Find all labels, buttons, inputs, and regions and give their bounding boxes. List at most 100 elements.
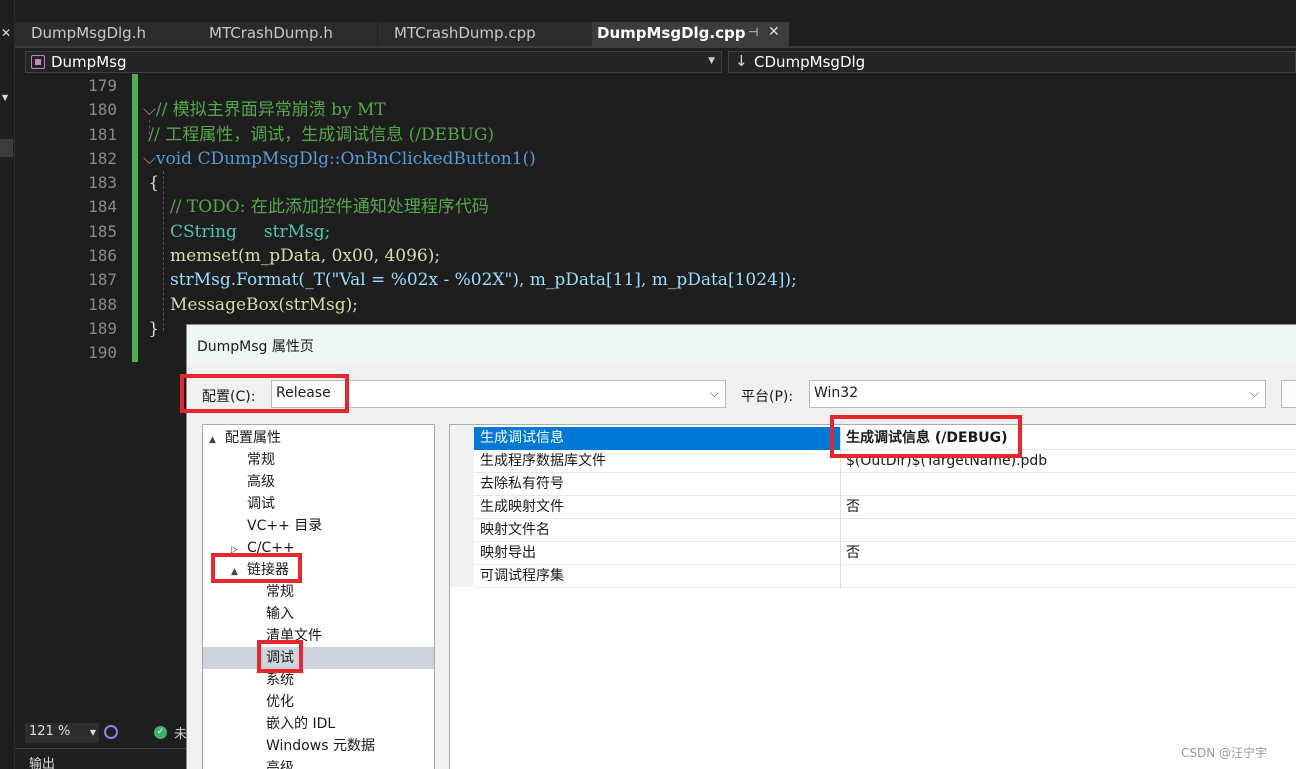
property-row[interactable]: 去除私有符号: [474, 473, 1296, 496]
dialog-titlebar[interactable]: DumpMsg 属性页: [187, 325, 1296, 365]
chevron-down-icon: ▼: [89, 728, 96, 737]
tree-item-label: 输入: [266, 606, 294, 622]
tab-mtcrashdump-cpp[interactable]: MTCrashDump.cpp: [378, 22, 593, 46]
property-grid[interactable]: 生成调试信息 生成调试信息 (/DEBUG) 生成程序数据库文件 $(OutDi…: [449, 424, 1296, 769]
tree-item-label: 常规: [247, 452, 275, 468]
tree-item-linker-embedded-idl[interactable]: 嵌入的 IDL: [266, 713, 335, 735]
collapse-icon[interactable]: ⌵: [143, 100, 156, 120]
line-number: 188: [88, 294, 117, 314]
zoom-dropdown[interactable]: 121 % ▼: [25, 723, 99, 743]
tree-item-linker-debugging[interactable]: 调试: [203, 647, 434, 669]
column-divider: [840, 542, 841, 565]
property-value[interactable]: 否: [846, 496, 860, 518]
tree-item-linker-advanced[interactable]: 高级: [266, 757, 294, 769]
property-name: 映射导出: [480, 545, 536, 561]
tree-item-config-props[interactable]: ▲ 配置属性: [209, 427, 281, 449]
chevron-down-icon: ▼: [708, 56, 715, 66]
column-divider: [840, 565, 841, 588]
code-text: {: [148, 173, 160, 194]
project-icon: [31, 55, 45, 69]
copilot-icon[interactable]: [104, 725, 118, 739]
code-line: strMsg.Format(_T("Val = %02x - %02X"), m…: [143, 268, 1283, 292]
code-text: CString strMsg;: [148, 221, 331, 242]
left-strip-selection: [0, 139, 13, 157]
line-number: 183: [88, 173, 117, 193]
tree-item-linker-general[interactable]: 常规: [266, 581, 294, 603]
tree-item-linker-optimization[interactable]: 优化: [266, 691, 294, 713]
code-line: CString strMsg;: [143, 220, 1283, 244]
column-divider: [840, 473, 841, 496]
tree-item-vc-directories[interactable]: VC++ 目录: [247, 515, 322, 537]
tree-item-general[interactable]: 常规: [247, 449, 275, 471]
property-row[interactable]: 生成映射文件 否: [474, 496, 1296, 519]
line-number: 179: [88, 76, 117, 95]
line-number: 190: [88, 343, 117, 363]
line-number: 182: [88, 148, 117, 168]
tree-item-debugging[interactable]: 调试: [247, 493, 275, 515]
project-dropdown[interactable]: DumpMsg ▼: [25, 51, 722, 73]
line-number: 184: [88, 197, 117, 217]
check-icon[interactable]: ✓: [154, 726, 167, 739]
dropdown-arrow-icon[interactable]: ▼: [2, 93, 8, 102]
platform-value: Win32: [814, 385, 859, 401]
zoom-level: 121 %: [29, 724, 71, 739]
code-text: MessageBox(strMsg);: [148, 294, 359, 315]
code-text: strMsg.Format(_T("Val = %02x - %02X"), m…: [148, 270, 797, 291]
expand-icon[interactable]: ▲: [209, 429, 225, 451]
tab-label: DumpMsgDlg.cpp: [597, 24, 746, 42]
tree-item-label: 常规: [266, 584, 294, 600]
property-row[interactable]: 可调试程序集: [474, 565, 1296, 588]
tab-underline: [15, 46, 1296, 48]
tree-item-label: 优化: [266, 694, 294, 710]
output-panel-header[interactable]: 输出: [15, 748, 215, 769]
line-number: 185: [88, 221, 117, 241]
down-arrow-icon: ↓: [735, 52, 748, 70]
scope-dropdown[interactable]: ↓ CDumpMsgDlg: [728, 51, 1296, 73]
tab-dumpmsgdlg-cpp[interactable]: DumpMsgDlg.cpp ⊣ ✕: [592, 22, 790, 46]
property-name: 可调试程序集: [480, 568, 564, 584]
tree-item-label: VC++ 目录: [247, 518, 323, 534]
chevron-down-icon: ⌵: [1249, 386, 1259, 400]
grid-category-strip: [450, 425, 474, 587]
code-comment: // TODO: 在此添加控件通知处理程序代码: [148, 197, 489, 218]
highlight-box-debugging: [257, 640, 303, 673]
tab-label: DumpMsgDlg.h: [31, 24, 146, 42]
tree-item-linker-windows-metadata[interactable]: Windows 元数据: [266, 735, 375, 757]
code-line: // TODO: 在此添加控件通知处理程序代码: [143, 195, 1283, 219]
pin-icon[interactable]: ⊣: [748, 25, 758, 39]
tree-item-label: 配置属性: [225, 430, 281, 446]
code-text: void CDumpMsgDlg::OnBnClickedButton1(): [155, 148, 536, 169]
line-number: 189: [88, 318, 117, 338]
document-tab-bar: DumpMsgDlg.h MTCrashDump.h MTCrashDump.c…: [15, 22, 1296, 46]
property-value[interactable]: 否: [846, 542, 860, 564]
highlight-box-debug-info: [830, 415, 1022, 458]
left-tool-strip: ✕ ▼: [0, 0, 15, 769]
tree-item-linker-input[interactable]: 输入: [266, 603, 294, 625]
tree-item-label: Windows 元数据: [266, 738, 375, 754]
property-name: 生成程序数据库文件: [480, 453, 606, 469]
close-icon[interactable]: ✕: [768, 24, 780, 40]
tab-dumpmsgdlg-h[interactable]: DumpMsgDlg.h: [15, 22, 202, 46]
platform-select[interactable]: Win32 ⌵: [809, 380, 1266, 408]
code-line: // 工程属性，调试，生成调试信息 (/DEBUG): [143, 123, 1283, 147]
property-row[interactable]: 映射文件名: [474, 519, 1296, 542]
collapse-icon[interactable]: ⌵: [143, 149, 156, 169]
highlight-box-config: [180, 374, 349, 413]
configuration-manager-button[interactable]: [1281, 380, 1296, 408]
navigation-bar: DumpMsg ▼ ↓ CDumpMsgDlg: [25, 50, 1296, 74]
tab-mtcrashdump-h[interactable]: MTCrashDump.h: [193, 22, 378, 46]
tree-item-advanced[interactable]: 高级: [247, 471, 275, 493]
chevron-down-icon: ⌵: [709, 386, 719, 400]
line-number: 187: [88, 270, 117, 290]
property-row[interactable]: 映射导出 否: [474, 542, 1296, 565]
code-line: {: [143, 171, 1283, 195]
property-tree[interactable]: ▲ 配置属性 常规 高级 调试 VC++ 目录 ▷ C/C++ ▲ 链接器 常规 输入…: [202, 424, 435, 769]
code-line: memset(m_pData, 0x00, 4096);: [143, 244, 1283, 268]
change-tracking-bar: [132, 74, 138, 362]
tab-label: MTCrashDump.cpp: [394, 24, 536, 42]
close-icon[interactable]: ✕: [1, 26, 11, 40]
code-area[interactable]: ⌵// 模拟主界面异常崩溃 by MT // 工程属性，调试，生成调试信息 (/…: [143, 74, 1283, 366]
highlight-box-linker: [211, 553, 302, 583]
code-text: }: [148, 318, 160, 339]
